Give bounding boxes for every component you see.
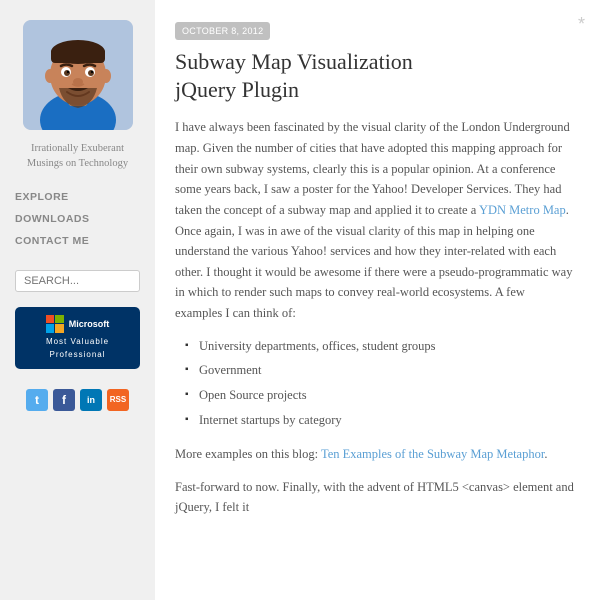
nav-downloads[interactable]: DOWNLOADS	[15, 211, 140, 228]
list-item: Internet startups by category	[185, 410, 575, 431]
facebook-icon[interactable]: f	[53, 389, 75, 411]
nav-explore[interactable]: EXPLORE	[15, 189, 140, 206]
list-item: Government	[185, 360, 575, 381]
post-title: Subway Map Visualization jQuery Plugin	[175, 48, 575, 103]
sidebar-nav: EXPLORE DOWNLOADS CONTACT ME	[15, 189, 140, 254]
mvp-badge: Microsoft Most Valuable Professional	[15, 307, 140, 370]
post-body-3: Fast-forward to now. Finally, with the a…	[175, 477, 575, 518]
linkedin-icon[interactable]: in	[80, 389, 102, 411]
post-date: OCTOBER 8, 2012	[175, 22, 270, 40]
main-content: * OCTOBER 8, 2012 Subway Map Visualizati…	[155, 0, 600, 600]
sidebar-tagline: Irrationally Exuberant Musings on Techno…	[15, 142, 140, 171]
sidebar: Irrationally Exuberant Musings on Techno…	[0, 0, 155, 600]
avatar	[23, 20, 133, 130]
rss-icon[interactable]: RSS	[107, 389, 129, 411]
more-examples-paragraph: More examples on this blog: Ten Examples…	[175, 444, 575, 465]
social-icons: t f in RSS	[26, 389, 129, 411]
twitter-icon[interactable]: t	[26, 389, 48, 411]
mvp-logo: Microsoft	[46, 315, 110, 333]
more-examples-link[interactable]: Ten Examples of the Subway Map Metaphor	[321, 447, 544, 461]
examples-list: University departments, offices, student…	[185, 336, 575, 431]
microsoft-label: Microsoft	[69, 317, 110, 331]
windows-icon	[46, 315, 64, 333]
post-intro: I have always been fascinated by the vis…	[175, 117, 575, 323]
mvp-professional: Professional	[49, 349, 105, 362]
list-item: University departments, offices, student…	[185, 336, 575, 357]
list-item: Open Source projects	[185, 385, 575, 406]
mvp-most-valuable: Most Valuable	[46, 336, 109, 349]
ydn-metro-map-link[interactable]: YDN Metro Map	[479, 203, 566, 217]
asterisk-button[interactable]: *	[578, 15, 585, 33]
page-wrapper: Irrationally Exuberant Musings on Techno…	[0, 0, 600, 600]
nav-contact[interactable]: CONTACT ME	[15, 233, 140, 250]
search-input[interactable]	[15, 270, 140, 292]
